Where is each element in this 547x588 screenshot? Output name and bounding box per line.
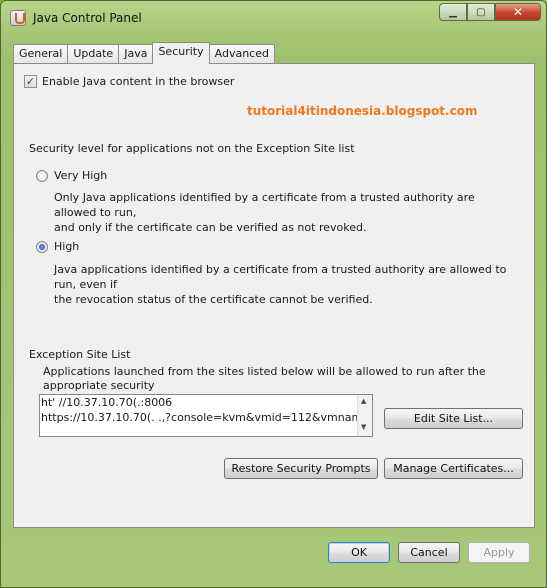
manage-certificates-label: Manage Certificates...: [393, 462, 514, 475]
exception-site-list[interactable]: ht' //10.37.10.70(.:8006 https://10.37.1…: [39, 394, 373, 437]
close-button[interactable]: ✕: [495, 3, 541, 21]
scroll-down-icon[interactable]: ▼: [361, 423, 366, 431]
checkmark-icon: ✓: [25, 75, 36, 88]
tab-general[interactable]: General: [13, 44, 69, 63]
edit-site-list-button[interactable]: Edit Site List...: [384, 408, 523, 429]
radio-high-label: High: [54, 240, 80, 253]
very-high-desc-line1: Only Java applications identified by a c…: [54, 191, 475, 219]
restore-security-prompts-label: Restore Security Prompts: [231, 462, 371, 475]
ok-label: OK: [351, 546, 367, 559]
high-desc-line2: the revocation status of the certificate…: [54, 293, 373, 306]
security-panel: ✓ Enable Java content in the browser tut…: [13, 63, 535, 528]
site-list-item[interactable]: https://10.37.10.70(. .,?console=kvm&vmi…: [40, 410, 372, 425]
edit-site-list-label: Edit Site List...: [413, 412, 494, 425]
exception-desc-line1: Applications launched from the sites lis…: [43, 365, 486, 392]
tab-java[interactable]: Java: [118, 44, 154, 63]
high-description: Java applications identified by a certif…: [54, 262, 514, 307]
radio-very-high-label: Very High: [54, 169, 108, 182]
enable-java-checkbox[interactable]: ✓: [24, 75, 37, 88]
window-controls: ▁ ▢ ✕: [439, 3, 541, 21]
close-icon: ✕: [512, 5, 524, 19]
title-bar[interactable]: Java Control Panel ▁ ▢ ✕: [1, 1, 546, 33]
exception-site-heading: Exception Site List: [29, 348, 131, 361]
watermark-text: tutorial4itindonesia.blogspot.com: [247, 104, 478, 118]
site-list-scrollbar[interactable]: ▲ ▼: [357, 395, 372, 436]
manage-certificates-button[interactable]: Manage Certificates...: [384, 458, 523, 479]
site-list-item[interactable]: ht' //10.37.10.70(.:8006: [40, 395, 372, 410]
radio-high-indicator[interactable]: [36, 240, 48, 253]
minimize-button[interactable]: ▁: [439, 3, 467, 21]
high-desc-line1: Java applications identified by a certif…: [54, 263, 507, 291]
very-high-desc-line2: and only if the certificate can be verif…: [54, 221, 367, 234]
ok-button[interactable]: OK: [328, 542, 390, 563]
window-title: Java Control Panel: [33, 11, 142, 25]
enable-java-label: Enable Java content in the browser: [42, 75, 235, 88]
tab-advanced[interactable]: Advanced: [208, 44, 275, 63]
radio-very-high[interactable]: Very High: [36, 169, 107, 182]
very-high-description: Only Java applications identified by a c…: [54, 190, 514, 235]
enable-java-checkbox-row[interactable]: ✓ Enable Java content in the browser: [24, 75, 234, 88]
java-icon: [10, 10, 26, 26]
apply-label: Apply: [483, 546, 515, 559]
cancel-label: Cancel: [410, 546, 448, 559]
maximize-icon: ▢: [476, 6, 486, 18]
tab-security[interactable]: Security: [152, 42, 210, 64]
java-control-panel-window: Java Control Panel ▁ ▢ ✕ General Update …: [0, 0, 547, 588]
restore-security-prompts-button[interactable]: Restore Security Prompts: [224, 458, 378, 479]
security-level-heading: Security level for applications not on t…: [29, 142, 355, 155]
tab-bar: General Update Java Security Advanced: [13, 42, 275, 64]
minimize-icon: ▁: [449, 6, 457, 18]
apply-button[interactable]: Apply: [468, 542, 530, 563]
cancel-button[interactable]: Cancel: [398, 542, 460, 563]
scroll-up-icon[interactable]: ▲: [361, 397, 366, 405]
tab-update[interactable]: Update: [67, 44, 120, 63]
radio-high[interactable]: High: [36, 240, 79, 253]
maximize-button[interactable]: ▢: [467, 3, 495, 21]
radio-very-high-indicator[interactable]: [36, 169, 48, 182]
